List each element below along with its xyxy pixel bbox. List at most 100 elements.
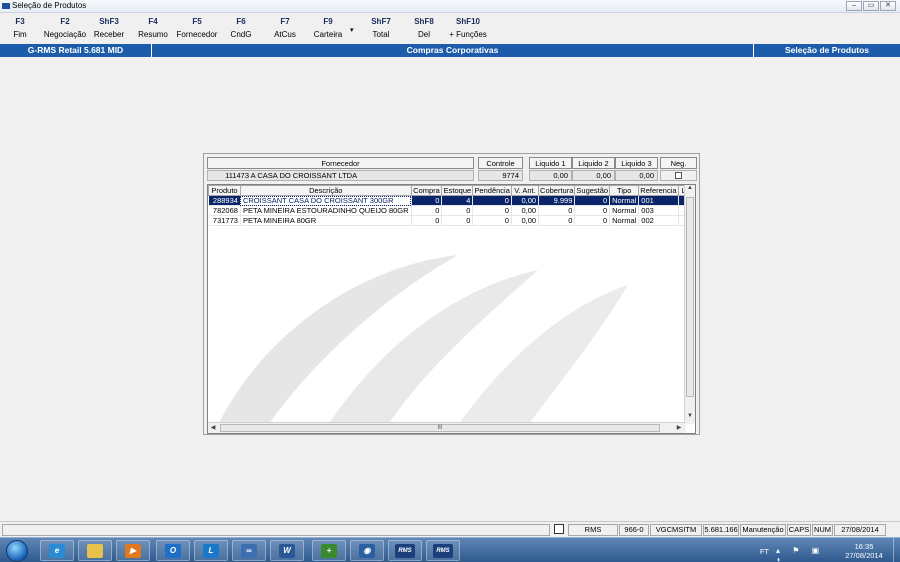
- table-row-selected[interactable]: 288934 CROISSANT CASA DO CROISSANT 300GR…: [208, 195, 695, 206]
- media-player-icon[interactable]: ▶: [116, 540, 150, 561]
- neg-simp-checkbox[interactable]: [675, 172, 682, 179]
- liquido1-header: Liquido 1: [529, 157, 572, 169]
- status-message-area: [2, 524, 550, 536]
- product-table: Produto Descrição Compra Estoque Pendênc…: [208, 185, 695, 226]
- file-explorer-icon[interactable]: [78, 540, 112, 561]
- toolbar-more-arrow-icon[interactable]: ▾: [350, 26, 354, 34]
- cell-produto[interactable]: 288934: [208, 195, 241, 206]
- column-header-referencia[interactable]: Referencia: [638, 185, 679, 196]
- cell-tipo[interactable]: Normal: [609, 205, 640, 216]
- toolbar-button-carteira[interactable]: F9 Carteira: [306, 17, 350, 39]
- column-header-compra[interactable]: Compra: [410, 185, 443, 196]
- column-header-pendencia[interactable]: Pendência: [472, 185, 512, 196]
- horizontal-scrollbar[interactable]: ◀ III ▶: [208, 422, 686, 433]
- cell-descricao[interactable]: CROISSANT CASA DO CROISSANT 300GR: [240, 195, 412, 206]
- cell-pendencia[interactable]: 0: [472, 195, 512, 206]
- scroll-down-icon[interactable]: ▼: [686, 413, 694, 423]
- toolbar-label: Total: [372, 30, 390, 39]
- cell-referencia[interactable]: 003: [638, 205, 679, 216]
- scroll-up-icon[interactable]: ▲: [686, 185, 694, 195]
- status-bar: RMS 966-0 VGCMSITM 5.681.166 Manutenção …: [0, 521, 900, 537]
- cell-sugestao[interactable]: 0: [574, 195, 611, 206]
- maximize-button[interactable]: ▭: [863, 1, 879, 11]
- status-mode: Manutenção: [740, 524, 786, 536]
- column-header-descricao[interactable]: Descrição: [239, 185, 412, 196]
- start-button[interactable]: [6, 540, 28, 562]
- cell-estoque[interactable]: 4: [441, 195, 474, 206]
- cell-sugestao[interactable]: 0: [574, 205, 611, 216]
- cell-compra[interactable]: 0: [411, 215, 443, 226]
- column-header-sugestao[interactable]: Sugestão: [574, 185, 611, 196]
- tray-icons[interactable]: ▴ ⚑ ▣ ◖: [776, 546, 836, 562]
- outlook-icon[interactable]: O: [156, 540, 190, 561]
- taskbar: e ▶ O L ∞ W + ◉ RMS RMS FT ▴ ⚑ ▣ ◖ 16:35…: [0, 537, 900, 562]
- toolbar-button-atcus[interactable]: F7 AtCus: [263, 17, 307, 39]
- column-header-cobertura[interactable]: Cobertura: [538, 185, 576, 196]
- toolbar-label: Fornecedor: [176, 30, 218, 39]
- cell-tipo[interactable]: Normal: [609, 195, 640, 206]
- cell-estoque[interactable]: 0: [441, 215, 474, 226]
- cell-pendencia[interactable]: 0: [472, 215, 512, 226]
- cell-compra[interactable]: 0: [411, 205, 443, 216]
- link-app-icon[interactable]: ∞: [232, 540, 266, 561]
- toolbar-label: Carteira: [313, 30, 343, 39]
- document-icon: [552, 524, 566, 536]
- internet-explorer-icon[interactable]: e: [40, 540, 74, 561]
- toolbar-button-fornecedor[interactable]: F5 Fornecedor: [175, 17, 219, 39]
- cell-referencia[interactable]: 002: [638, 215, 679, 226]
- cell-sugestao[interactable]: 0: [574, 215, 611, 226]
- toolbar-button-total[interactable]: ShF7 Total: [359, 17, 403, 39]
- cell-cobertura[interactable]: 0: [538, 205, 576, 216]
- cell-tipo[interactable]: Normal: [609, 215, 640, 226]
- function-key: ShF3: [99, 17, 119, 26]
- vertical-scrollbar[interactable]: ▲ ▼: [684, 185, 695, 424]
- cell-v-ant[interactable]: 0,00: [511, 205, 540, 216]
- toolbar-button-negociacao[interactable]: F2 Negociação: [43, 17, 87, 39]
- column-header-produto[interactable]: Produto: [208, 185, 241, 196]
- status-version: 5.681.166: [703, 524, 739, 536]
- grid-header-row: Produto Descrição Compra Estoque Pendênc…: [208, 185, 695, 196]
- cell-descricao[interactable]: PETA MINEIRA 80GR: [240, 215, 412, 226]
- function-key: F7: [280, 17, 290, 26]
- minimize-button[interactable]: ‒: [846, 1, 862, 11]
- toolbar-button-mais-funcoes[interactable]: ShF10 + Funções: [446, 17, 490, 39]
- toolbar-label: Del: [417, 30, 430, 39]
- column-header-v-ant[interactable]: V. Ant.: [510, 185, 540, 196]
- toolbar-button-del[interactable]: ShF8 Del: [402, 17, 446, 39]
- cell-v-ant[interactable]: 0,00: [511, 195, 540, 206]
- rms-app-icon-2[interactable]: RMS: [426, 540, 460, 561]
- liquido3-header: Liquido 3: [615, 157, 658, 169]
- rms-app-icon[interactable]: RMS: [388, 540, 422, 561]
- vertical-scroll-thumb[interactable]: [686, 197, 694, 397]
- cell-cobertura[interactable]: 0: [538, 215, 576, 226]
- toolbar-button-cndg[interactable]: F6 CndG: [219, 17, 263, 39]
- table-row[interactable]: 782068 PETA MINEIRA ESTOURADINHO QUEIJO …: [208, 205, 695, 216]
- cell-descricao[interactable]: PETA MINEIRA ESTOURADINHO QUEIJO 80GR: [240, 205, 412, 216]
- close-button[interactable]: ✕: [880, 1, 896, 11]
- product-grid: Produto Descrição Compra Estoque Pendênc…: [207, 184, 696, 434]
- column-header-tipo[interactable]: Tipo: [609, 185, 640, 196]
- cell-cobertura[interactable]: 9.999: [538, 195, 576, 206]
- cell-estoque[interactable]: 0: [441, 205, 474, 216]
- remote-app-icon[interactable]: ◉: [350, 540, 384, 561]
- show-desktop-button[interactable]: [893, 538, 900, 562]
- clock[interactable]: 16:35 27/08/2014: [844, 542, 884, 560]
- lync-icon[interactable]: L: [194, 540, 228, 561]
- cell-referencia[interactable]: 001: [638, 195, 679, 206]
- cell-produto[interactable]: 731773: [208, 215, 241, 226]
- toolbar-button-resumo[interactable]: F4 Resumo: [131, 17, 175, 39]
- word-icon[interactable]: W: [270, 540, 304, 561]
- cell-compra[interactable]: 0: [411, 195, 443, 206]
- tray-language[interactable]: FT: [760, 547, 769, 556]
- first-aid-app-icon[interactable]: +: [312, 540, 346, 561]
- horizontal-scroll-thumb[interactable]: III: [220, 424, 660, 432]
- cell-v-ant[interactable]: 0,00: [511, 215, 540, 226]
- cell-pendencia[interactable]: 0: [472, 205, 512, 216]
- scroll-right-icon[interactable]: ▶: [674, 423, 684, 433]
- column-header-estoque[interactable]: Estoque: [441, 185, 474, 196]
- cell-produto[interactable]: 782068: [208, 205, 241, 216]
- scroll-left-icon[interactable]: ◀: [208, 423, 218, 433]
- toolbar-button-fim[interactable]: F3 Fim: [0, 17, 42, 39]
- toolbar-button-receber[interactable]: ShF3 Receber: [87, 17, 131, 39]
- table-row[interactable]: 731773 PETA MINEIRA 80GR 0 0 0 0,00 0 0 …: [208, 215, 695, 226]
